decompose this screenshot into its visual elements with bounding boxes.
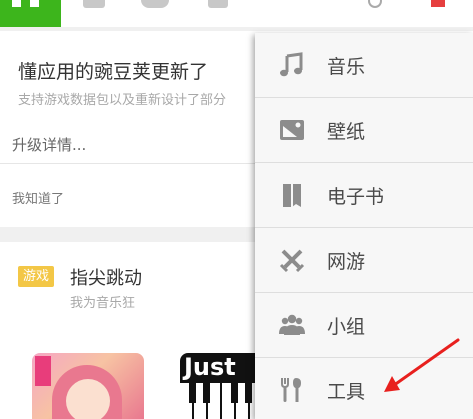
gift-badge-icon <box>35 356 51 386</box>
category-tag: 游戏 <box>18 266 55 287</box>
wallpaper-icon <box>280 120 304 140</box>
menu-item-wallpaper[interactable]: 壁纸 <box>255 98 473 163</box>
dismiss-button[interactable]: 我知道了 <box>12 188 64 207</box>
tools-icon <box>281 378 301 402</box>
download-icon[interactable] <box>431 0 445 7</box>
book-icon <box>283 184 301 207</box>
crossed-swords-icon <box>279 249 305 273</box>
menu-item-label: 小组 <box>327 316 366 338</box>
app-icon-text: Just <box>184 353 236 381</box>
menu-item-label: 电子书 <box>327 186 385 208</box>
manage-icon[interactable] <box>208 0 228 8</box>
app-logo-icon[interactable] <box>0 0 61 27</box>
search-icon[interactable] <box>368 0 382 8</box>
red-arrow-annotation <box>384 338 460 392</box>
game-subtitle: 我为音乐狂 <box>70 296 136 311</box>
menu-item-ebook[interactable]: 电子书 <box>255 163 473 228</box>
music-note-icon <box>280 52 303 77</box>
category-icon[interactable] <box>83 0 105 8</box>
group-icon <box>279 314 305 335</box>
anime-girl-app-icon[interactable] <box>32 353 144 419</box>
menu-item-label: 工具 <box>327 381 366 403</box>
menu-item-label: 音乐 <box>327 56 366 78</box>
update-title: 懂应用的豌豆荚更新了 <box>18 61 209 83</box>
game-title[interactable]: 指尖跳动 <box>70 264 142 290</box>
menu-item-label: 壁纸 <box>327 121 366 143</box>
menu-item-label: 网游 <box>327 251 366 273</box>
menu-item-online-games[interactable]: 网游 <box>255 228 473 293</box>
menu-item-music[interactable]: 音乐 <box>255 33 473 98</box>
home-icon[interactable] <box>141 0 169 8</box>
update-details-link[interactable]: 升级详情... <box>12 134 86 155</box>
top-bar <box>0 0 473 27</box>
update-subtitle: 支持游戏数据包以及重新设计了部分 <box>18 93 227 108</box>
